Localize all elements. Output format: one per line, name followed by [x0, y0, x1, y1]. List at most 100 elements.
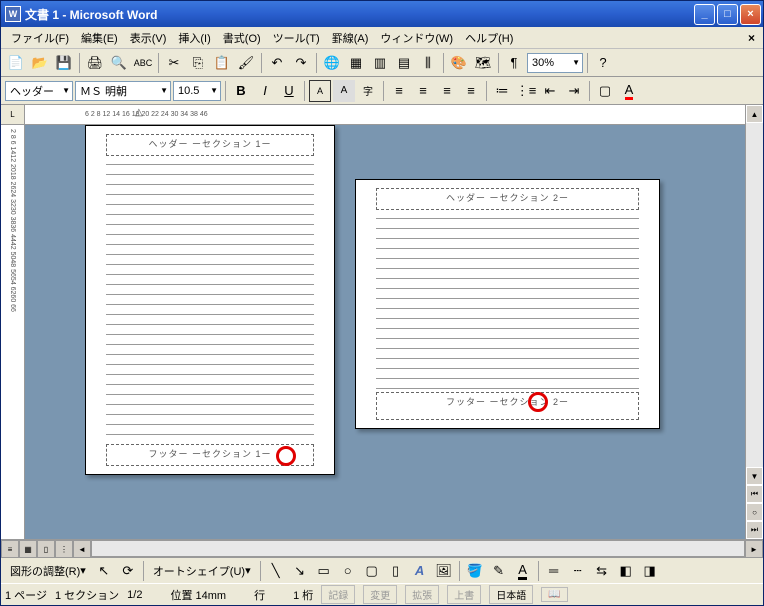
arrow-icon[interactable]: ↘ [289, 560, 311, 582]
doc-map-icon[interactable]: 🗺 [472, 52, 494, 74]
rotate-icon[interactable]: ⟳ [117, 560, 139, 582]
help-icon[interactable]: ? [592, 52, 614, 74]
scroll-up-icon[interactable]: ▲ [746, 105, 763, 123]
preview-icon[interactable]: 🔍 [108, 52, 130, 74]
header-section-1[interactable]: ヘッダー ーセクション 1ー [106, 134, 314, 156]
insert-table-icon[interactable]: ▥ [369, 52, 391, 74]
paste-icon[interactable]: 📋 [211, 52, 233, 74]
next-page-icon[interactable]: ⏭ [746, 521, 763, 539]
open-icon[interactable]: 📂 [29, 52, 51, 74]
scroll-left-icon[interactable]: ◄ [73, 540, 91, 558]
fill-color-icon[interactable]: 🪣 [464, 560, 486, 582]
indent-dec-icon[interactable]: ⇤ [539, 80, 561, 102]
line-style-icon[interactable]: ═ [543, 560, 565, 582]
view-web-icon[interactable]: ▦ [19, 540, 37, 558]
hscroll-track[interactable] [91, 540, 745, 557]
status-rec[interactable]: 記録 [321, 585, 355, 604]
bullets-icon[interactable]: ⋮≡ [515, 80, 537, 102]
3d-icon[interactable]: ◨ [639, 560, 661, 582]
status-ext[interactable]: 拡張 [405, 585, 439, 604]
browse-object-icon[interactable]: ○ [746, 503, 763, 521]
tab-marker[interactable]: △ [135, 107, 143, 118]
cut-icon[interactable]: ✂ [163, 52, 185, 74]
show-marks-icon[interactable]: ¶ [503, 52, 525, 74]
horizontal-ruler[interactable]: 6 2 8 12 14 16 18 20 22 24 30 34 38 46 △ [25, 105, 745, 125]
zoom-combo[interactable]: 30% ▼ [527, 53, 583, 73]
footer-section-2[interactable]: フッター ーセクション 2ー [376, 392, 639, 420]
line-icon[interactable]: ╲ [265, 560, 287, 582]
char-shading-icon[interactable]: A [333, 80, 355, 102]
char-border-icon[interactable]: A [309, 80, 331, 102]
prev-page-icon[interactable]: ⏮ [746, 485, 763, 503]
autoshape-menu[interactable]: オートシェイプ(U) ▾ [148, 561, 256, 581]
status-book-icon[interactable]: 📖 [541, 587, 567, 602]
doc-close-button[interactable]: × [744, 31, 759, 45]
clipart-icon[interactable]: 🖼 [433, 560, 455, 582]
menu-edit[interactable]: 編集(E) [75, 28, 124, 48]
vertical-scrollbar[interactable]: ▲ ▼ ⏮ ○ ⏭ [745, 105, 763, 539]
align-right-icon[interactable]: ≡ [436, 80, 458, 102]
select-objects-icon[interactable]: ↖ [93, 560, 115, 582]
vertical-ruler[interactable]: 2 8 6 1412 2018 2624 3230 3836 4442 5048… [1, 125, 24, 539]
close-button[interactable]: × [740, 4, 761, 25]
indent-inc-icon[interactable]: ⇥ [563, 80, 585, 102]
print-icon[interactable]: 🖨 [84, 52, 106, 74]
status-ovr[interactable]: 上書 [447, 585, 481, 604]
view-print-icon[interactable]: ▯ [37, 540, 55, 558]
header-section-2[interactable]: ヘッダー ーセクション 2ー [376, 188, 639, 210]
menu-view[interactable]: 表示(V) [124, 28, 173, 48]
font-combo[interactable]: ＭＳ 明朝 ▼ [75, 81, 171, 101]
format-painter-icon[interactable]: 🖌 [235, 52, 257, 74]
menu-tools[interactable]: ツール(T) [267, 28, 326, 48]
excel-icon[interactable]: ▤ [393, 52, 415, 74]
align-center-icon[interactable]: ≡ [412, 80, 434, 102]
textbox-icon[interactable]: ▢ [361, 560, 383, 582]
document-area[interactable]: ヘッダー ーセクション 1ー フッター ーセクション 1ー ヘッダー ーセクショ… [25, 125, 745, 539]
copy-icon[interactable]: ⎘ [187, 52, 209, 74]
rectangle-icon[interactable]: ▭ [313, 560, 335, 582]
char-scale-icon[interactable]: 字 [357, 80, 379, 102]
font-color-icon[interactable]: A [618, 80, 640, 102]
spellcheck-icon[interactable]: ABC [132, 52, 154, 74]
menu-table[interactable]: 罫線(A) [326, 28, 375, 48]
underline-button[interactable]: U [278, 80, 300, 102]
maximize-button[interactable]: □ [717, 4, 738, 25]
menu-insert[interactable]: 挿入(I) [172, 28, 216, 48]
border-icon[interactable]: ▢ [594, 80, 616, 102]
oval-icon[interactable]: ○ [337, 560, 359, 582]
undo-icon[interactable]: ↶ [266, 52, 288, 74]
new-icon[interactable]: 📄 [5, 52, 27, 74]
scroll-track[interactable] [746, 123, 763, 467]
shadow-icon[interactable]: ◧ [615, 560, 637, 582]
vtextbox-icon[interactable]: ▯ [385, 560, 407, 582]
text-color-icon[interactable]: A [512, 560, 534, 582]
line-color-icon[interactable]: ✎ [488, 560, 510, 582]
arrow-style-icon[interactable]: ⇆ [591, 560, 613, 582]
columns-icon[interactable]: ⫼ [417, 52, 439, 74]
dash-style-icon[interactable]: ┄ [567, 560, 589, 582]
style-combo[interactable]: ヘッダー ▼ [5, 81, 73, 101]
menu-file[interactable]: ファイル(F) [5, 28, 75, 48]
align-justify-icon[interactable]: ≡ [460, 80, 482, 102]
align-left-icon[interactable]: ≡ [388, 80, 410, 102]
menu-help[interactable]: ヘルプ(H) [459, 28, 519, 48]
drawing-icon[interactable]: 🎨 [448, 52, 470, 74]
menu-format[interactable]: 書式(O) [217, 28, 267, 48]
scroll-right-icon[interactable]: ► [745, 540, 763, 558]
size-combo[interactable]: 10.5 ▼ [173, 81, 221, 101]
draw-adjust-menu[interactable]: 図形の調整(R) ▾ [5, 561, 91, 581]
italic-button[interactable]: I [254, 80, 276, 102]
redo-icon[interactable]: ↷ [290, 52, 312, 74]
view-normal-icon[interactable]: ≡ [1, 540, 19, 558]
status-trk[interactable]: 変更 [363, 585, 397, 604]
status-lang[interactable]: 日本語 [489, 585, 533, 604]
hyperlink-icon[interactable]: 🌐 [321, 52, 343, 74]
wordart-icon[interactable]: A [409, 560, 431, 582]
menu-window[interactable]: ウィンドウ(W) [374, 28, 459, 48]
bold-button[interactable]: B [230, 80, 252, 102]
numbering-icon[interactable]: ≔ [491, 80, 513, 102]
scroll-down-icon[interactable]: ▼ [746, 467, 763, 485]
tables-icon[interactable]: ▦ [345, 52, 367, 74]
minimize-button[interactable]: _ [694, 4, 715, 25]
view-outline-icon[interactable]: ⋮ [55, 540, 73, 558]
